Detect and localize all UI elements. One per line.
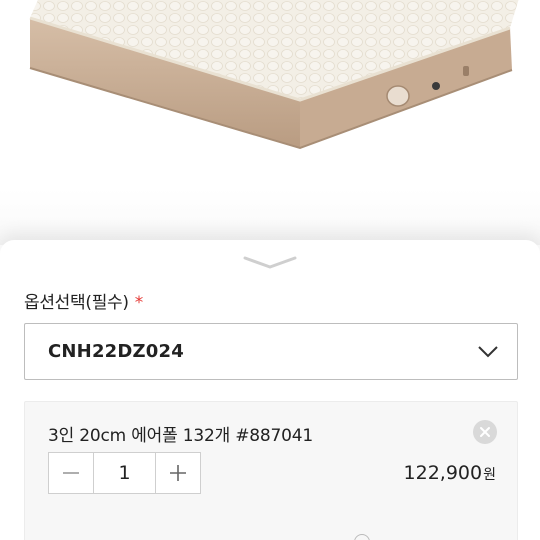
chevron-down-icon <box>243 256 297 269</box>
minus-icon <box>63 472 79 474</box>
quantity-value[interactable]: 1 <box>93 453 156 493</box>
item-price-currency: 원 <box>483 467 496 483</box>
item-price: 122,900원 <box>404 462 496 484</box>
chevron-down-icon <box>478 346 498 358</box>
info-icon[interactable] <box>354 534 370 540</box>
item-name: 3인 20cm 에어폴 132개 #887041 <box>48 426 313 446</box>
option-select[interactable]: CNH22DZ024 <box>24 323 518 380</box>
option-title: 옵션선택(필수) * <box>24 288 143 313</box>
sheet-handle[interactable] <box>243 255 297 271</box>
plus-icon <box>170 465 186 481</box>
close-icon <box>480 427 490 437</box>
mattress-illustration <box>0 0 540 245</box>
product-image <box>0 0 540 245</box>
decrease-quantity-button[interactable] <box>49 453 93 493</box>
option-selected-value: CNH22DZ024 <box>48 341 184 362</box>
option-title-label: 옵션선택(필수) <box>24 293 129 313</box>
remove-item-button[interactable] <box>473 420 497 444</box>
required-mark: * <box>134 293 144 313</box>
total-row <box>24 528 518 540</box>
quantity-stepper: 1 <box>48 452 201 494</box>
increase-quantity-button[interactable] <box>156 453 200 493</box>
selected-item-card: 3인 20cm 에어폴 132개 #887041 1 122,900원 <box>24 401 518 540</box>
item-price-value: 122,900 <box>403 462 483 484</box>
